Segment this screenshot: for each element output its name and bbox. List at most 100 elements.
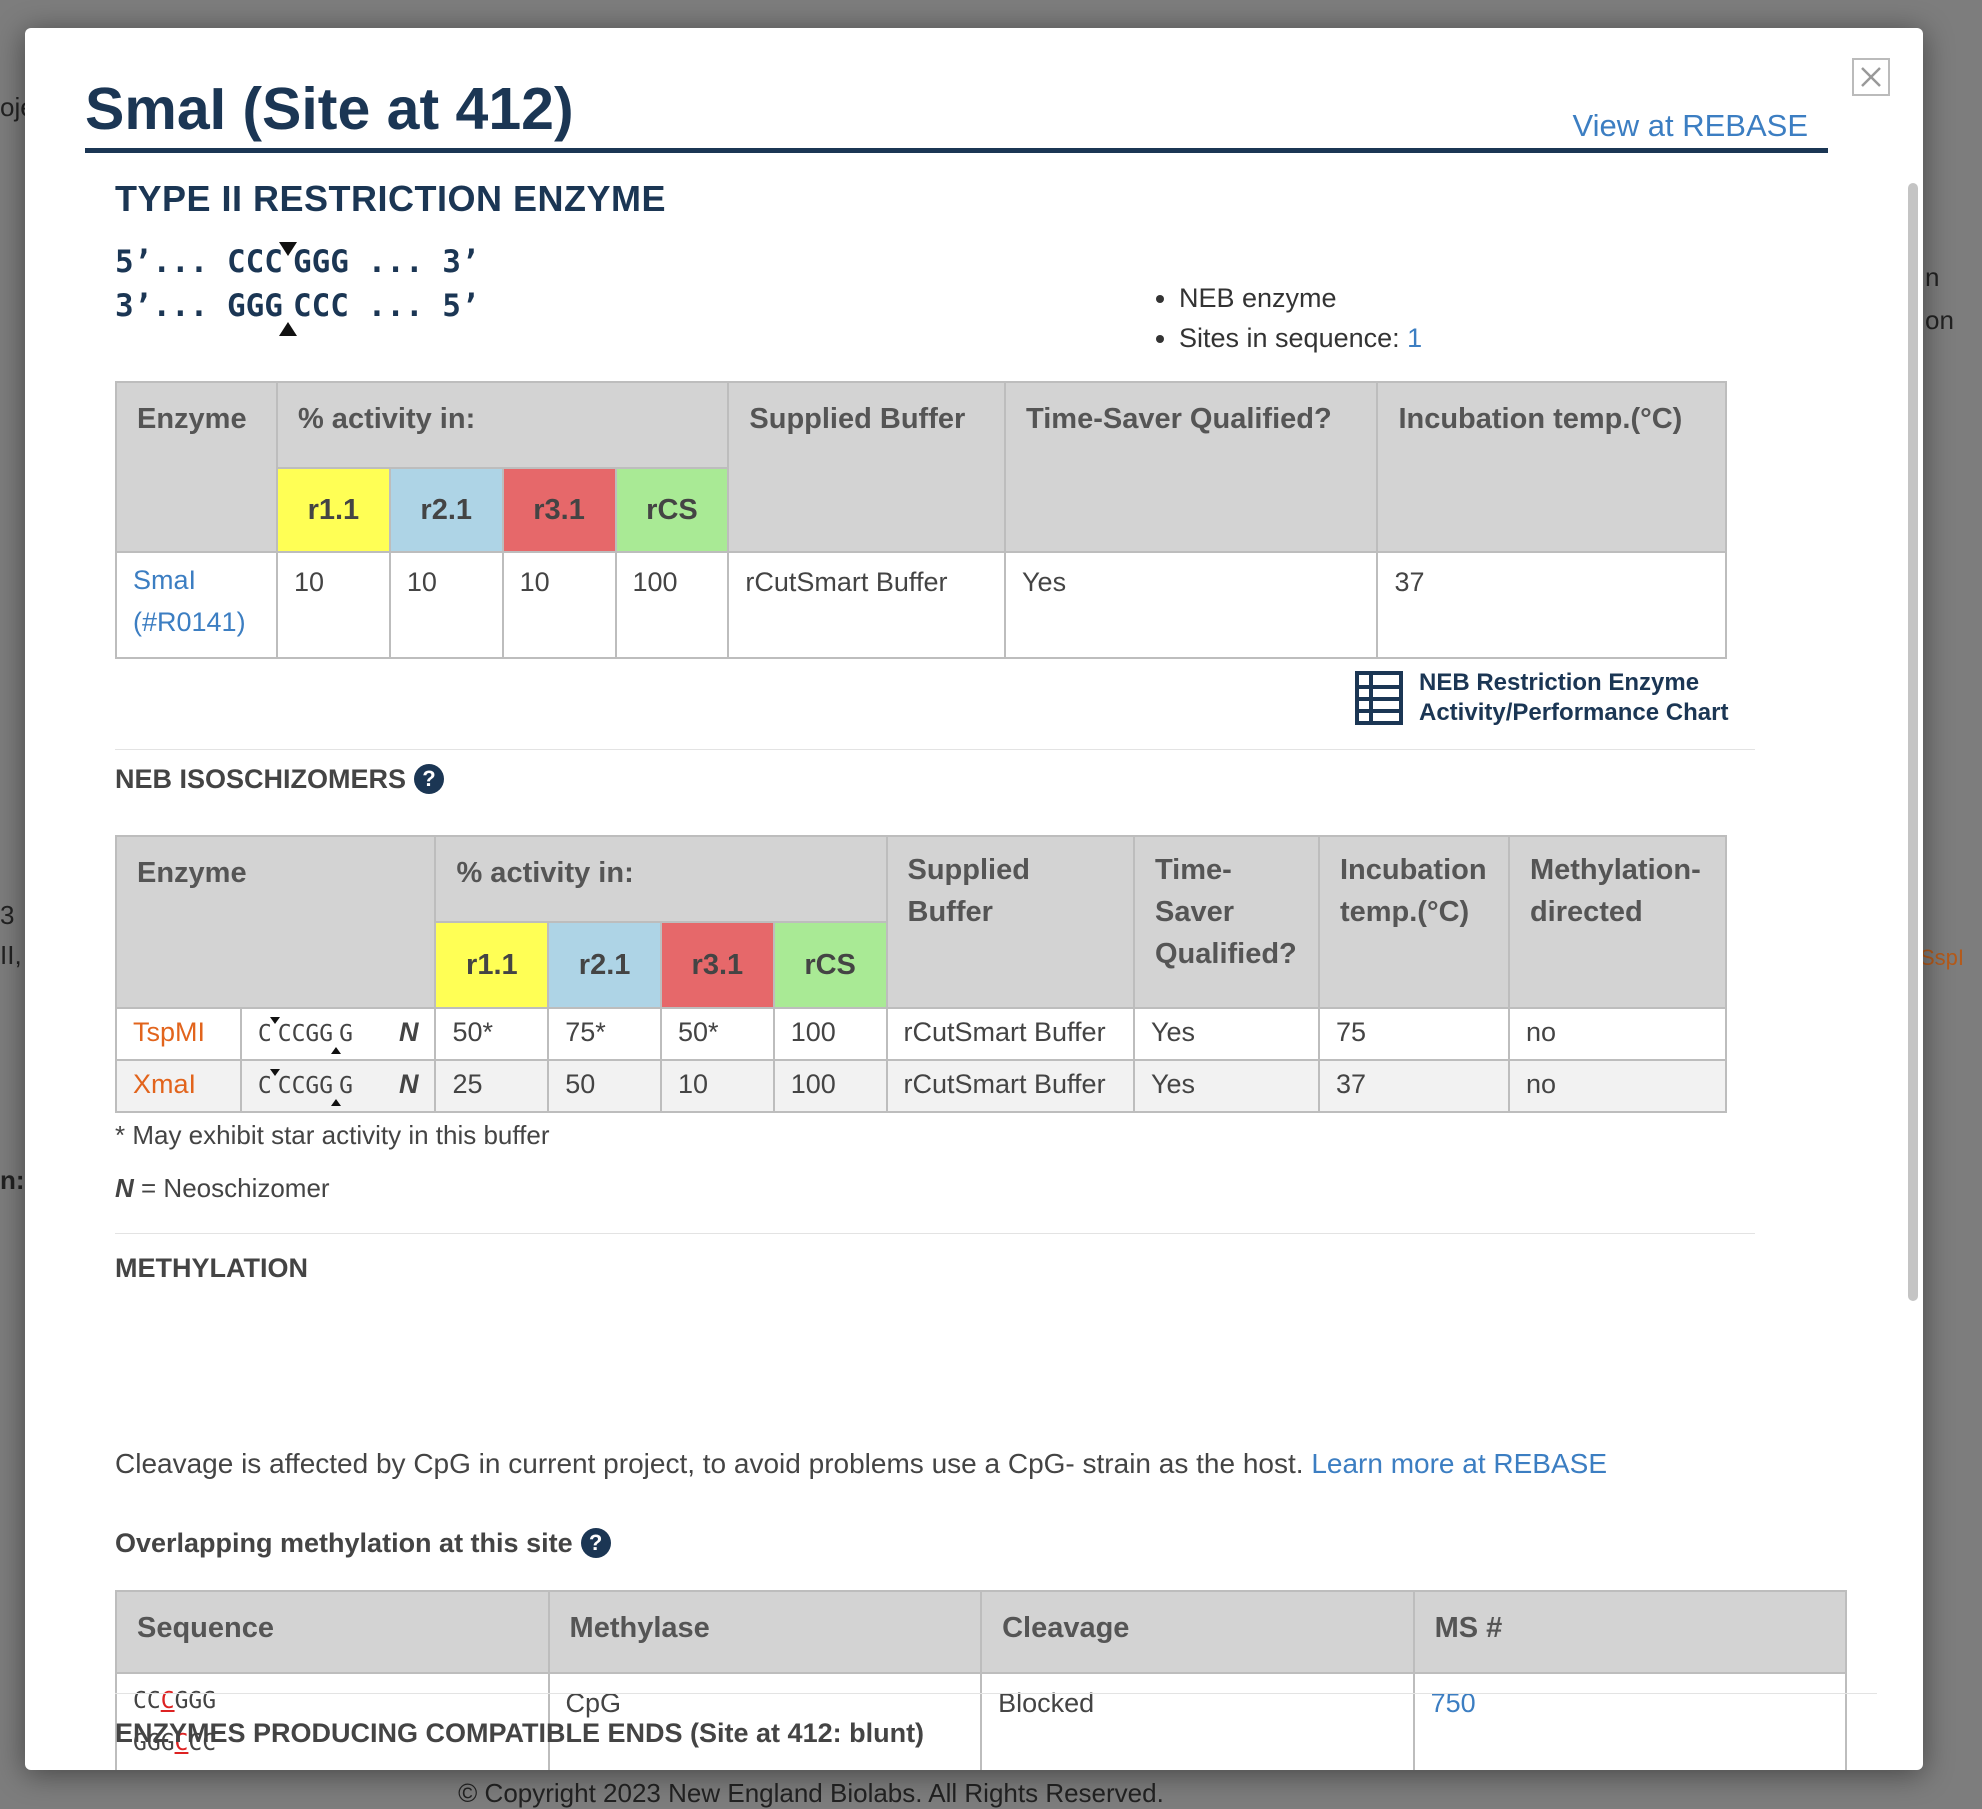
- activity-r1-1: 10: [275, 551, 391, 659]
- buffer-rcs: rCS: [772, 921, 888, 1009]
- supplied-buffer: rCutSmart Buffer: [885, 1007, 1135, 1061]
- background-fragment: n:: [0, 1165, 25, 1195]
- supplied-buffer: rCutSmart Buffer: [885, 1059, 1135, 1113]
- dna-top: CCCGGG: [133, 1688, 217, 1714]
- timesaver-value: Yes: [1132, 1007, 1320, 1061]
- table-header-row: Enzyme % activity in: Supplied Buffer Ti…: [115, 381, 1727, 553]
- ms-cell: 750: [1412, 1672, 1848, 1770]
- star-activity-note: * May exhibit star activity in this buff…: [115, 1120, 550, 1150]
- activity-rcs: 100: [772, 1007, 888, 1061]
- close-icon: [1861, 67, 1881, 87]
- col-cleavage: Cleavage: [980, 1590, 1415, 1674]
- enzyme-detail-modal: SmaI (Site at 412) View at REBASE TYPE I…: [25, 28, 1923, 1770]
- neoschizomer-badge: N: [398, 1017, 419, 1047]
- bottom-strand: 3’... GGG CCC ... 5’: [115, 284, 480, 336]
- neoschizomer-note: N = Neoschizomer: [115, 1173, 330, 1203]
- buffer-r3-1: r3.1: [659, 921, 775, 1009]
- background-fragment: n: [1925, 262, 1940, 292]
- col-timesaver: Time-Saver Qualified?: [1004, 381, 1379, 553]
- divider: [115, 749, 1755, 750]
- methylation-description: Cleavage is affected by CpG in current p…: [115, 1448, 1608, 1479]
- cut-bottom-icon: [331, 1047, 342, 1054]
- buffer-r3-1: r3.1: [501, 467, 617, 553]
- activity-rcs: 100: [772, 1059, 888, 1113]
- timesaver-value: Yes: [1132, 1059, 1320, 1113]
- sites-count-link[interactable]: 1: [1407, 323, 1422, 353]
- col-buffer: Supplied Buffer: [727, 381, 1007, 553]
- divider: [115, 1233, 1755, 1234]
- buffer-r2-1: r2.1: [547, 921, 662, 1009]
- neb-enzyme-item: NEB enzyme: [1179, 278, 1422, 318]
- buffer-r2-1: r2.1: [388, 467, 504, 553]
- performance-chart-link[interactable]: NEB Restriction Enzyme Activity/Performa…: [1355, 668, 1775, 728]
- methylation-value: no: [1507, 1007, 1728, 1061]
- compatible-ends-title: ENZYMES PRODUCING COMPATIBLE ENDS (Site …: [115, 1718, 925, 1748]
- tspmi-link[interactable]: TspMI: [133, 1017, 205, 1047]
- divider: [115, 1693, 1877, 1694]
- isoschizomers-table: Enzyme % activity in: Supplied Buffer Tim…: [114, 835, 1728, 1113]
- table-header-row: Enzyme % activity in: Supplied Buffer Tim…: [114, 835, 1728, 1009]
- col-temp: Incubation temp.(°C): [1317, 835, 1510, 1009]
- isoschizomers-title: NEB ISOSCHIZOMERS?: [115, 764, 445, 795]
- help-icon[interactable]: ?: [580, 1528, 611, 1558]
- supplied-buffer: rCutSmart Buffer: [727, 551, 1007, 659]
- temp-value: 37: [1317, 1059, 1510, 1113]
- col-methylation: Methylation-directed: [1507, 835, 1728, 1009]
- page-footer: © Copyright 2023 New England Biolabs. Al…: [458, 1778, 1164, 1808]
- cut-site-bottom-icon: [278, 322, 297, 336]
- activity-rcs: 100: [614, 551, 730, 659]
- col-ms: MS #: [1412, 1590, 1848, 1674]
- col-temp: Incubation temp.(°C): [1376, 381, 1727, 553]
- buffer-r1-1: r1.1: [275, 467, 391, 553]
- recognition-sequence: 5’... CCC GGG ... 3’ 3’... GGG CCC ... 5’: [115, 240, 480, 336]
- site-cell: C CCGG G N: [239, 1059, 437, 1113]
- table-row: TspMI C CCGG G N 50* 75* 50* 100 rCutSmart …: [115, 1007, 1728, 1061]
- view-at-rebase-link[interactable]: View at REBASE: [1573, 108, 1808, 144]
- col-sequence: Sequence: [115, 1590, 550, 1674]
- neoschizomer-badge: N: [398, 1069, 419, 1099]
- enzyme-activity-table: Enzyme % activity in: Supplied Buffer Ti…: [115, 381, 1727, 659]
- scrollbar-thumb[interactable]: [1908, 183, 1918, 1301]
- close-button[interactable]: [1852, 58, 1890, 96]
- col-methylase: Methylase: [547, 1590, 983, 1674]
- activity-r3-1: 50*: [659, 1007, 775, 1061]
- buffer-r1-1: r1.1: [434, 921, 550, 1009]
- background-fragment: on: [1925, 305, 1954, 335]
- table-header-row: Sequence Methylase Cleavage MS #: [115, 1590, 1848, 1674]
- enzyme-cell: XmaI: [115, 1059, 241, 1113]
- table-grid-icon: [1355, 671, 1403, 725]
- activity-r1-1: 50*: [434, 1007, 550, 1061]
- recognition-site: C CCGG G: [258, 1017, 353, 1054]
- activity-r2-1: 50: [547, 1059, 662, 1113]
- background-fragment: II,: [0, 940, 22, 970]
- cut-bottom-icon: [331, 1099, 342, 1106]
- col-timesaver: Time- Saver Qualified?: [1132, 835, 1320, 1009]
- site-cell: C CCGG G N: [239, 1007, 437, 1061]
- col-enzyme: Enzyme: [115, 381, 278, 553]
- table-row: XmaI C CCGG G N 25 50 10 100 rCutSmart Buff…: [115, 1059, 1728, 1113]
- background-fragment: 3: [0, 900, 15, 930]
- temp-value: 37: [1376, 551, 1727, 659]
- xmai-link[interactable]: XmaI: [133, 1069, 196, 1099]
- modal-header: SmaI (Site at 412) View at REBASE: [85, 68, 1828, 153]
- col-activity: % activity in:: [275, 381, 730, 469]
- table-row: SmaI (#R0141) 10 10 10 100 rCutSmart Buff…: [115, 551, 1727, 659]
- smai-link[interactable]: SmaI (#R0141): [133, 565, 246, 637]
- background-fragment: SspI: [1920, 945, 1965, 970]
- cleavage-value: Blocked: [980, 1672, 1415, 1770]
- activity-r2-1: 75*: [547, 1007, 662, 1061]
- activity-r3-1: 10: [659, 1059, 775, 1113]
- enzyme-cell: TspMI: [115, 1007, 241, 1061]
- page-title: SmaI (Site at 412): [85, 76, 574, 142]
- col-activity: % activity in:: [434, 835, 888, 923]
- enzyme-cell: SmaI (#R0141): [115, 551, 278, 659]
- overlap-title: Overlapping methylation at this site?: [115, 1528, 611, 1559]
- learn-more-rebase-link[interactable]: Learn more at REBASE: [1311, 1448, 1607, 1479]
- buffer-rcs: rCS: [614, 467, 730, 553]
- timesaver-value: Yes: [1004, 551, 1379, 659]
- enzyme-type-heading: TYPE II RESTRICTION ENZYME: [115, 178, 667, 219]
- sites-in-sequence-item: Sites in sequence: 1: [1179, 318, 1422, 358]
- help-icon[interactable]: ?: [414, 764, 445, 794]
- col-enzyme: Enzyme: [114, 835, 437, 1009]
- temp-value: 75: [1317, 1007, 1510, 1061]
